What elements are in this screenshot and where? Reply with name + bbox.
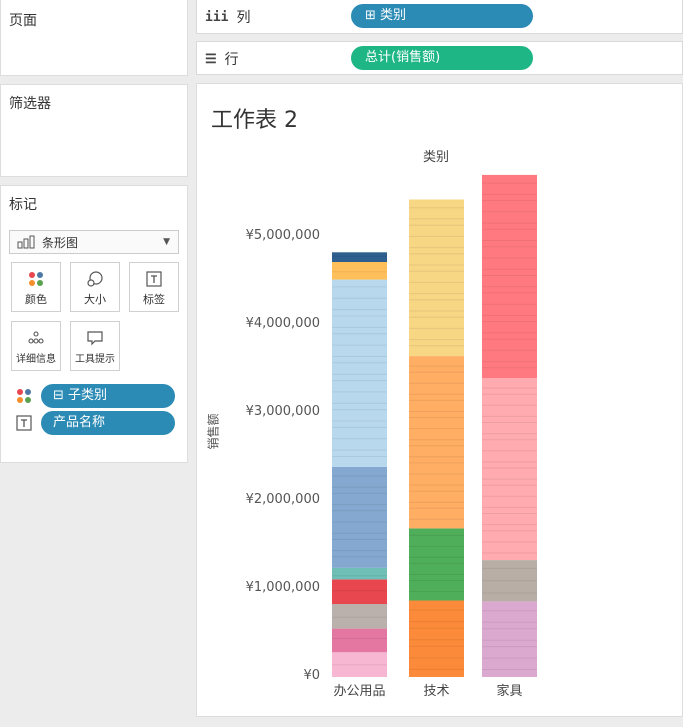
color-dots-icon: [17, 389, 31, 403]
rows-shelf-label: ☰ 行: [205, 49, 239, 69]
y-axis: ¥0 ¥1,000,000 ¥2,000,000 ¥3,000,000 ¥4,000,0…: [197, 84, 320, 718]
detail-dots-icon: [28, 331, 44, 344]
bar-segment[interactable]: [332, 628, 387, 653]
bar-segment[interactable]: [332, 568, 387, 580]
x-tick-label: 办公用品: [333, 684, 386, 699]
marks-field-product-name[interactable]: 产品名称: [15, 411, 175, 435]
bar-chart: [332, 174, 537, 678]
color-button-label: 颜色: [25, 293, 47, 306]
bar-chart-icon: [17, 235, 35, 249]
rows-icon: ☰: [205, 51, 217, 67]
chart-title: 类别: [422, 150, 449, 165]
subcategory-pill[interactable]: ⊟ 子类别: [41, 384, 175, 408]
y-tick-label: ¥5,000,000: [245, 228, 320, 244]
tooltip-bubble-icon: [87, 331, 103, 346]
worksheet-view: 工作表 2 类别 销售额 ¥0 ¥1,000,000 ¥2,000,000 ¥3,00…: [196, 83, 683, 717]
bar-segment[interactable]: [482, 174, 537, 378]
pages-title: 页面: [9, 13, 37, 29]
pages-card: 页面: [0, 0, 188, 76]
mark-type-dropdown[interactable]: 条形图 ▼: [9, 230, 179, 254]
color-dots-icon: [29, 272, 43, 286]
marks-card: 标记 条形图 ▼ 颜色 大小 标签 详细信息 工具提示 ⊟ 子类别 产品名称: [0, 185, 188, 463]
mark-type-label: 条形图: [42, 235, 79, 250]
bar-技术[interactable]: [409, 199, 464, 678]
detail-button[interactable]: 详细信息: [11, 321, 61, 371]
sales-sum-pill[interactable]: 总计(销售额): [351, 46, 533, 70]
filters-title: 筛选器: [9, 96, 51, 112]
columns-icon: iii: [205, 9, 229, 25]
bar-segment[interactable]: [482, 601, 537, 677]
text-label-icon: [146, 271, 162, 287]
tooltip-button[interactable]: 工具提示: [70, 321, 120, 371]
chevron-down-icon: ▼: [163, 237, 170, 247]
color-button[interactable]: 颜色: [11, 262, 61, 312]
columns-shelf[interactable]: iii 列 ⊞ 类别: [196, 0, 683, 34]
marks-field-subcategory[interactable]: ⊟ 子类别: [15, 384, 175, 408]
bar-segment[interactable]: [332, 579, 387, 604]
rows-label: 行: [224, 52, 239, 68]
bar-家具[interactable]: [482, 174, 537, 677]
x-tick-label: 家具: [496, 684, 523, 699]
bar-segment[interactable]: [409, 199, 464, 357]
category-pill[interactable]: ⊞ 类别: [351, 4, 533, 28]
y-tick-label: ¥1,000,000: [245, 580, 320, 596]
bar-segment[interactable]: [332, 604, 387, 629]
rows-shelf[interactable]: ☰ 行 总计(销售额): [196, 41, 683, 75]
label-button-label: 标签: [143, 293, 165, 306]
detail-button-label: 详细信息: [16, 354, 56, 365]
size-button[interactable]: 大小: [70, 262, 120, 312]
y-tick-label: ¥3,000,000: [245, 404, 320, 420]
product-name-pill[interactable]: 产品名称: [41, 411, 175, 435]
bar-办公用品[interactable]: [332, 252, 387, 677]
y-tick-label: ¥4,000,000: [245, 316, 320, 332]
bar-segment[interactable]: [332, 466, 387, 568]
bar-segment[interactable]: [409, 528, 464, 601]
bar-segment[interactable]: [332, 252, 387, 262]
columns-label: 列: [236, 10, 251, 26]
x-tick-label: 技术: [423, 684, 450, 699]
size-button-label: 大小: [84, 293, 106, 306]
marks-title: 标记: [9, 197, 37, 213]
x-axis: 办公用品 技术 家具: [327, 680, 545, 704]
y-tick-label: ¥2,000,000: [245, 492, 320, 508]
columns-shelf-label: iii 列: [205, 7, 250, 27]
text-label-icon: [16, 415, 32, 431]
y-tick-label: ¥0: [303, 668, 320, 683]
label-button[interactable]: 标签: [129, 262, 179, 312]
size-shapes-icon: [87, 271, 103, 287]
filters-card[interactable]: 筛选器: [0, 84, 188, 177]
bar-segment[interactable]: [332, 262, 387, 280]
tooltip-button-label: 工具提示: [75, 354, 115, 365]
bar-segment[interactable]: [409, 600, 464, 678]
